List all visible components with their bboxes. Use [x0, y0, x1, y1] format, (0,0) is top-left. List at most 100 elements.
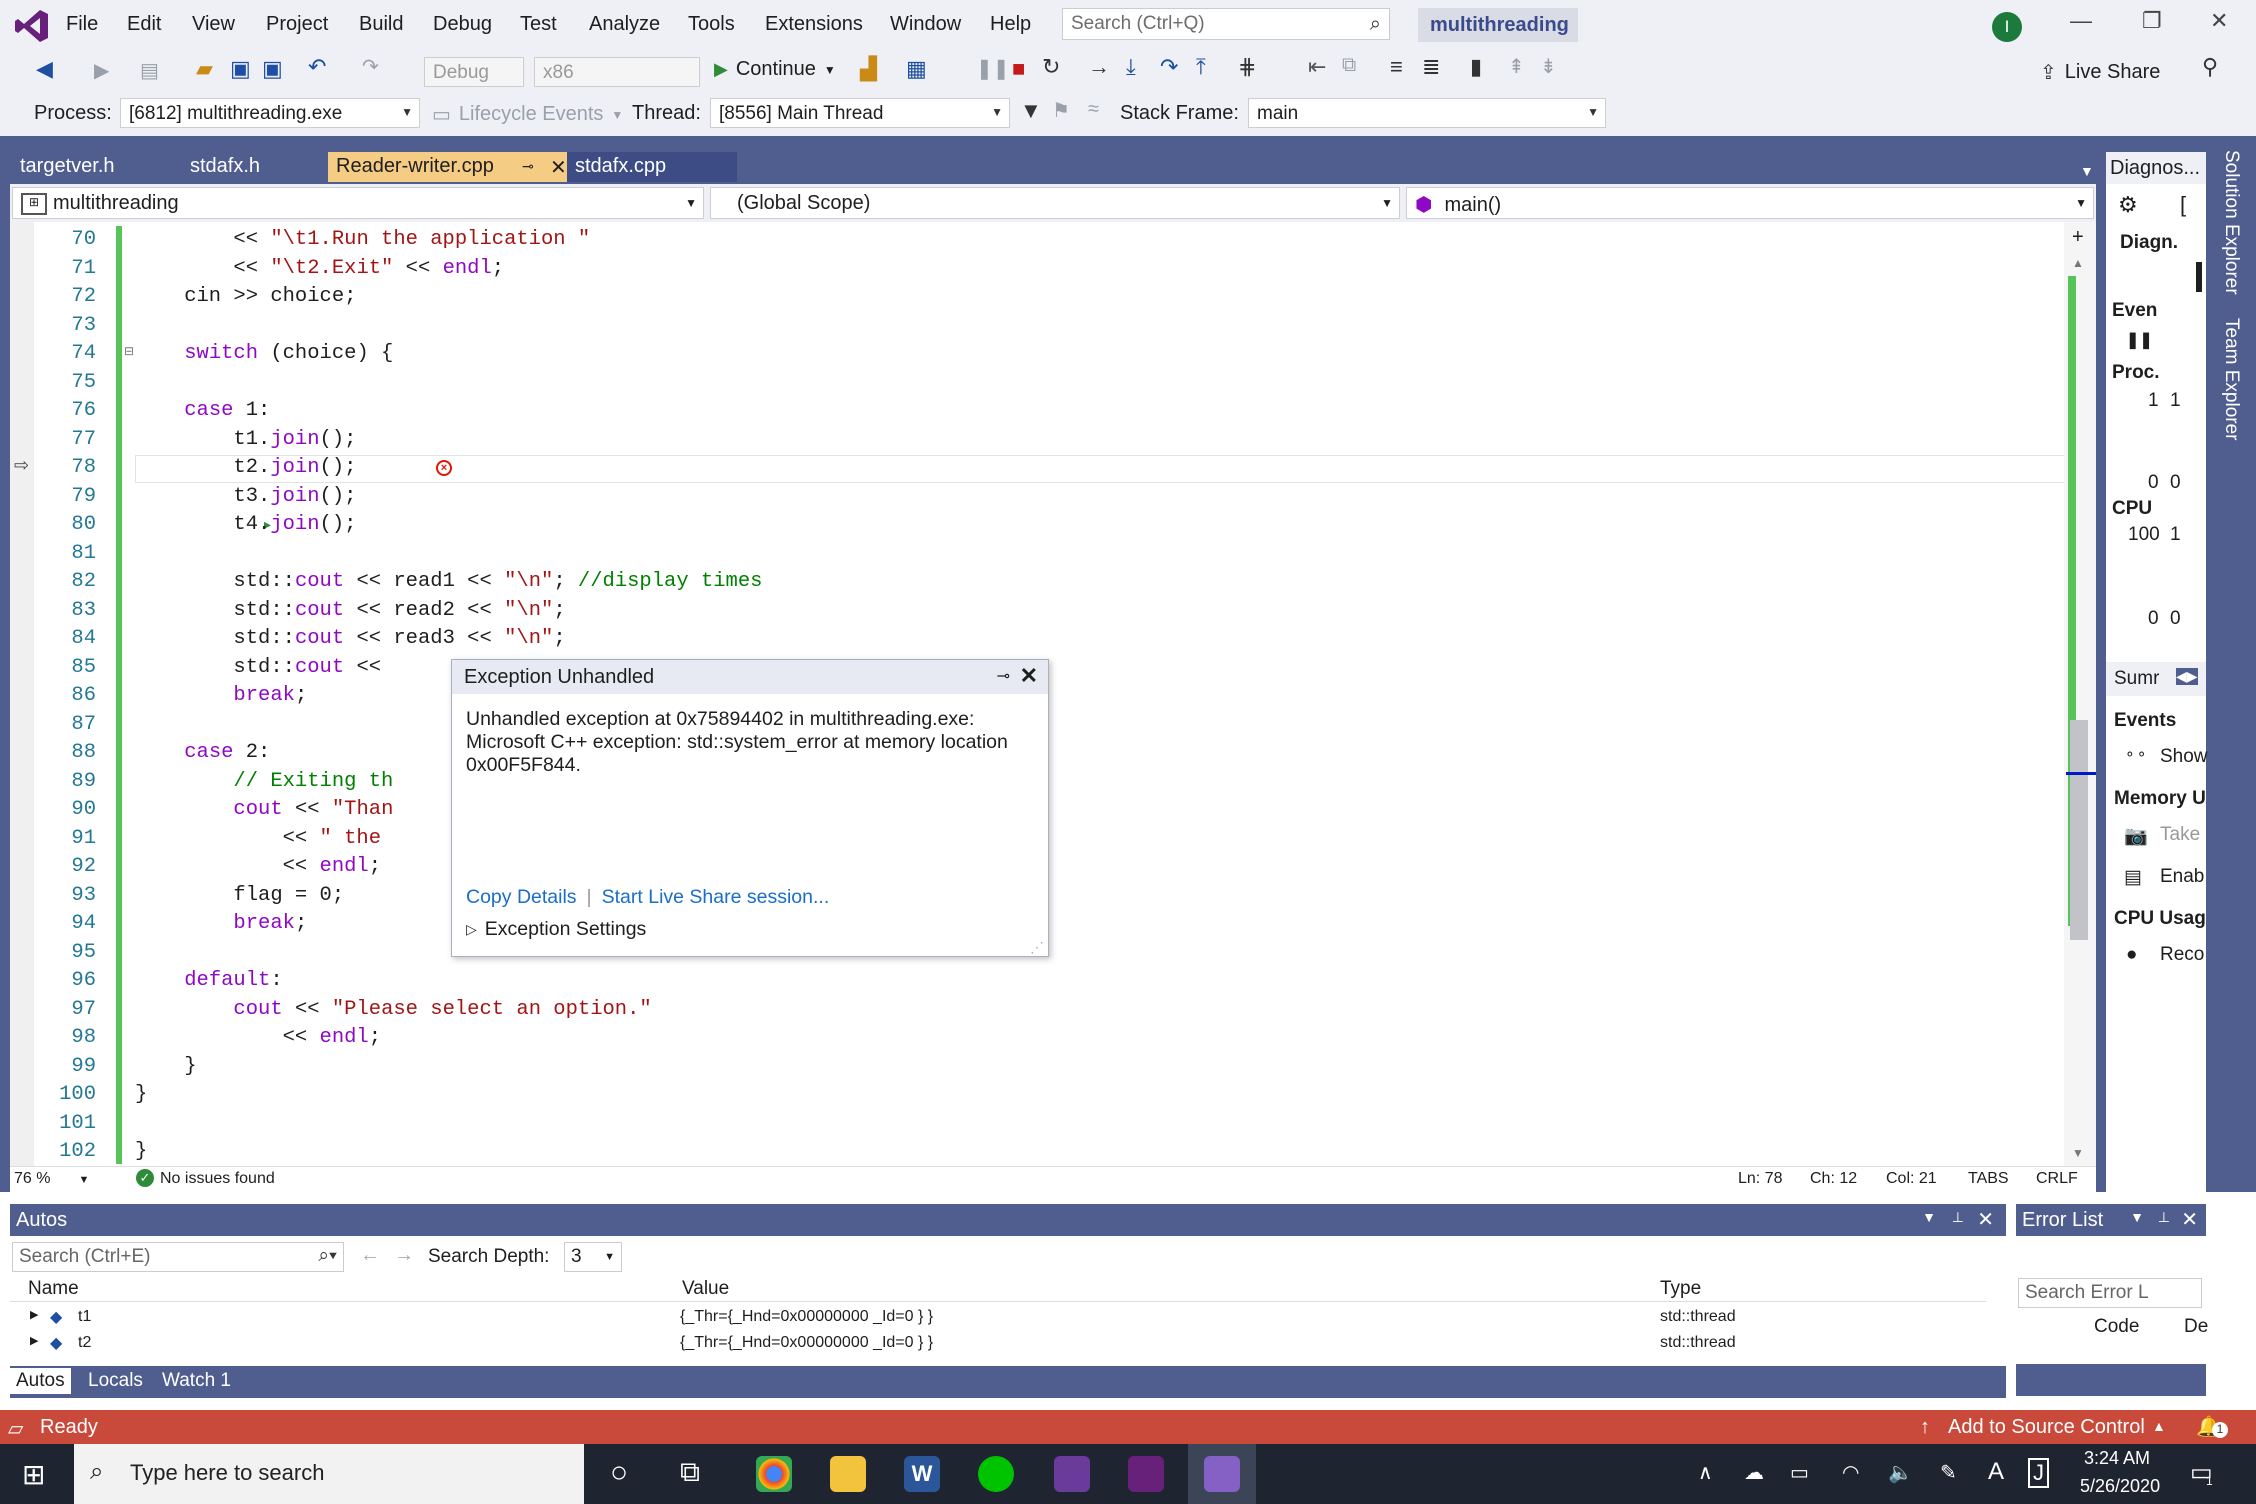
bookmark-icon[interactable]: ▮ [1470, 54, 1482, 80]
minimize-icon[interactable]: — [2070, 8, 2092, 34]
thread-dropdown[interactable]: [8556] Main Thread ▼ [710, 98, 1010, 128]
code-line[interactable]: t4.join(); [135, 511, 2055, 540]
line-number[interactable]: 101 [40, 1110, 96, 1139]
autos-search-input[interactable]: Search (Ctrl+E) ⌕▾ [12, 1242, 344, 1272]
resize-grip-icon[interactable]: ⋰ [1030, 939, 1044, 956]
line-number[interactable]: 100 [40, 1081, 96, 1110]
step-out-icon[interactable]: ⤒ [1196, 54, 1206, 80]
code-line[interactable] [135, 312, 2055, 341]
scope-dropdown[interactable]: (Global Scope) ▼ [710, 187, 1400, 219]
back-arrow-icon[interactable]: ← [360, 1244, 380, 1267]
code-line[interactable]: // Exiting th [135, 768, 2055, 797]
menu-project[interactable]: Project [266, 13, 328, 36]
process-dropdown[interactable]: [6812] multithreading.exe ▼ [120, 98, 420, 128]
save-icon[interactable]: ▣ [230, 56, 251, 82]
show-next-statement-icon[interactable]: → [1088, 54, 1110, 80]
tab-stdafx-cpp[interactable]: stdafx.cpp [567, 152, 737, 182]
menu-test[interactable]: Test [520, 13, 557, 36]
table-row[interactable]: ▶ ◆ t1 {_Thr={_Hnd=0x00000000 _Id=0 } } … [10, 1304, 1986, 1330]
taskbar-search[interactable]: ⌕ Type here to search [74, 1444, 584, 1504]
menu-view[interactable]: View [192, 13, 235, 36]
line-indicator[interactable]: Ln: 78 [1738, 1170, 1782, 1188]
open-folder-icon[interactable]: ▰ [196, 56, 213, 82]
team-explorer-tab[interactable]: Team Explorer [2220, 318, 2242, 441]
step-over-icon[interactable]: ↷ [1160, 54, 1178, 80]
close-icon[interactable]: ✕ [1020, 663, 1038, 689]
split-icon[interactable]: + [2072, 226, 2084, 249]
filter-icon[interactable]: ▼ [1020, 98, 1042, 124]
stack-frame-dropdown[interactable]: main ▼ [1248, 98, 1606, 128]
line-number[interactable]: 71 [40, 255, 96, 284]
task-view-icon[interactable]: ⧉ [680, 1456, 700, 1489]
threads-icon[interactable]: ≈ [1088, 98, 1099, 121]
code-line[interactable]: t1.join(); [135, 426, 2055, 455]
lifecycle-events-button[interactable]: ▭ Lifecycle Events ▼ [432, 102, 623, 127]
process-memory-section[interactable]: Proc. [2112, 362, 2204, 384]
back-icon[interactable]: ◀ [36, 56, 53, 82]
line-number[interactable]: 98 [40, 1024, 96, 1053]
tab-autos[interactable]: Autos [10, 1368, 71, 1394]
line-app-icon[interactable] [978, 1456, 1014, 1492]
line-number[interactable]: 77 [40, 426, 96, 455]
menu-window[interactable]: Window [890, 13, 961, 36]
solution-explorer-tab[interactable]: Solution Explorer [2220, 150, 2242, 295]
battery-icon[interactable]: ▭ [1790, 1460, 1809, 1485]
tab-stdafx-h[interactable]: stdafx.h [182, 152, 334, 182]
line-number[interactable]: 94 [40, 910, 96, 939]
word-icon[interactable]: W [904, 1456, 940, 1492]
col-name[interactable]: Name [28, 1278, 79, 1300]
line-number[interactable]: 80 [40, 511, 96, 540]
stack-icon[interactable]: ⧉ [1342, 54, 1356, 77]
undo-icon[interactable]: ↶ [308, 54, 326, 80]
code-line[interactable]: t2.join(); [135, 454, 2055, 483]
enable-heap-button[interactable]: Enab [2160, 866, 2204, 888]
code-line[interactable] [135, 540, 2055, 569]
windows-start-icon[interactable]: ⊞ [22, 1458, 45, 1491]
line-number[interactable]: 81 [40, 540, 96, 569]
code-line[interactable] [135, 369, 2055, 398]
menu-help[interactable]: Help [990, 13, 1031, 36]
collapse-icon[interactable]: ⊟ [124, 344, 134, 358]
restart-icon[interactable]: ↻ [1042, 54, 1060, 80]
issues-status[interactable]: No issues found [160, 1170, 275, 1188]
line-number[interactable]: 73 [40, 312, 96, 341]
line-number[interactable]: 70 [40, 226, 96, 255]
tab-watch1[interactable]: Watch 1 [156, 1368, 237, 1394]
ime-icon[interactable]: J [2028, 1458, 2049, 1488]
pause-icon[interactable]: ❚❚ [2126, 330, 2153, 350]
indicator-margin[interactable] [10, 222, 34, 1166]
error-list-toolbar[interactable] [2016, 1364, 2206, 1396]
line-ending-indicator[interactable]: CRLF [2036, 1170, 2078, 1188]
copy-details-link[interactable]: Copy Details [466, 886, 577, 909]
step-into-icon[interactable]: ⤓ [1126, 54, 1136, 80]
clock-date[interactable]: 5/26/2020 [2080, 1476, 2160, 1497]
line-number[interactable]: 96 [40, 967, 96, 996]
menu-analyze[interactable]: Analyze [589, 13, 660, 36]
menu-file[interactable]: File [66, 13, 98, 36]
save-all-icon[interactable]: ▣ [262, 56, 283, 82]
code-line[interactable]: } [135, 1053, 2055, 1082]
code-line[interactable]: break; [135, 910, 2055, 939]
line-number[interactable]: 99 [40, 1053, 96, 1082]
show-events-link[interactable]: Show [2160, 746, 2208, 768]
search-depth-dropdown[interactable]: 3 ▼ [564, 1242, 622, 1272]
line-number[interactable]: 95 [40, 939, 96, 968]
code-line[interactable]: t3.join(); [135, 483, 2055, 512]
window-options-icon[interactable]: ▼ [2130, 1209, 2144, 1225]
code-line[interactable]: std::cout << read3 << "\n"; [135, 625, 2055, 654]
line-number[interactable]: 102 [40, 1138, 96, 1167]
scrollbar-thumb[interactable] [2070, 720, 2088, 940]
line-number[interactable]: 93 [40, 882, 96, 911]
col-value[interactable]: Value [682, 1278, 729, 1300]
scroll-down-icon[interactable]: ▼ [2072, 1146, 2084, 1160]
code-line[interactable]: break; [135, 682, 2055, 711]
forward-arrow-icon[interactable]: → [394, 1244, 414, 1267]
menu-tools[interactable]: Tools [688, 13, 735, 36]
live-share-link[interactable]: Start Live Share session... [602, 886, 830, 909]
visual-studio-active-icon[interactable] [1204, 1456, 1240, 1492]
diagnostic-tools-tab[interactable]: Diagnos... [2106, 152, 2206, 184]
error-search-input[interactable]: Search Error L [2018, 1278, 2202, 1308]
cortana-icon[interactable]: ○ [610, 1456, 628, 1490]
line-number[interactable]: 87 [40, 711, 96, 740]
tabs-indicator[interactable]: TABS [1968, 1170, 2009, 1188]
